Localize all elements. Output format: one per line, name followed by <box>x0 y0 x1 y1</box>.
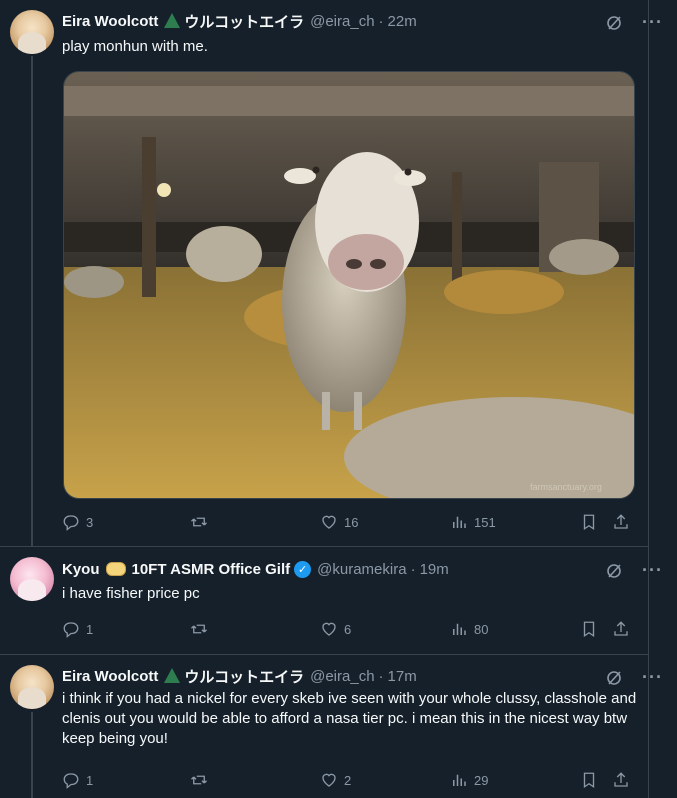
handle[interactable]: @eira_ch <box>310 668 374 685</box>
reply-icon <box>63 515 79 531</box>
reply-icon <box>63 622 79 638</box>
share-button[interactable] <box>612 771 630 789</box>
retweet-icon <box>191 775 207 785</box>
display-name-suffix[interactable]: 10FT ASMR Office Gilf <box>132 561 291 578</box>
timestamp[interactable]: 17m <box>388 668 417 685</box>
share-button[interactable] <box>612 620 630 638</box>
like-count: 2 <box>344 772 352 788</box>
tweet-top-actions: ··· <box>606 667 663 688</box>
emoji-roll-icon <box>105 562 126 576</box>
share-icon <box>614 514 628 529</box>
separator-dot: · <box>410 560 416 578</box>
display-name[interactable]: Kyou <box>62 561 100 578</box>
reply-icon <box>63 773 79 789</box>
handle[interactable]: @kuramekira <box>317 561 406 578</box>
tweet-actions: 1 2 29 <box>62 769 632 791</box>
tweet-header: Eira Woolcott ウルコットエイラ @eira_ch · 22m <box>62 10 417 32</box>
display-name-jp[interactable]: ウルコットエイラ <box>184 11 304 32</box>
triangle-badge-icon <box>164 667 181 683</box>
tweet-divider <box>0 654 648 655</box>
timestamp[interactable]: 22m <box>388 13 417 30</box>
like-count: 6 <box>344 621 352 637</box>
grok-icon[interactable] <box>606 15 622 31</box>
share-icon <box>614 621 628 636</box>
bookmark-button[interactable] <box>580 771 598 789</box>
media-watermark: farmsanctuary.org <box>530 482 602 492</box>
reply-button[interactable]: 1 <box>62 771 93 789</box>
reply-button[interactable]: 1 <box>62 620 93 638</box>
avatar[interactable] <box>10 557 54 601</box>
retweet-icon <box>191 517 207 527</box>
more-icon[interactable]: ··· <box>642 667 663 688</box>
sheep-barn-photo: farmsanctuary.org <box>64 72 634 498</box>
bookmark-button[interactable] <box>580 513 598 531</box>
bookmark-icon <box>583 514 595 531</box>
bookmark-icon <box>583 772 595 789</box>
verified-icon[interactable]: ✓ <box>294 560 312 578</box>
tweet-actions: 3 16 151 <box>62 511 632 533</box>
tweet-divider <box>0 546 648 547</box>
triangle-badge-icon <box>164 12 181 28</box>
tweet-top-actions: ··· <box>606 12 663 33</box>
retweet-icon <box>191 624 207 634</box>
reply-button[interactable]: 3 <box>62 513 93 531</box>
views-button[interactable]: 29 <box>450 771 488 789</box>
more-icon[interactable]: ··· <box>642 560 663 581</box>
like-icon <box>322 773 336 787</box>
display-name[interactable]: Eira Woolcott <box>62 13 158 30</box>
views-button[interactable]: 80 <box>450 620 488 638</box>
more-icon[interactable]: ··· <box>642 12 663 33</box>
avatar[interactable] <box>10 665 54 709</box>
share-button[interactable] <box>612 513 630 531</box>
tweet-top-actions: ··· <box>606 560 663 581</box>
views-button[interactable]: 151 <box>450 513 496 531</box>
tweet-header: Kyou 10FT ASMR Office Gilf ✓ @kuramekira… <box>62 558 449 580</box>
view-count: 151 <box>474 514 496 530</box>
tweet-text: i think if you had a nickel for every sk… <box>62 690 637 747</box>
handle[interactable]: @eira_ch <box>310 13 374 30</box>
thread-connector-1 <box>31 56 33 546</box>
separator-dot: · <box>378 12 384 30</box>
grok-icon[interactable] <box>606 563 622 579</box>
retweet-button[interactable] <box>190 513 214 531</box>
separator-dot: · <box>378 667 384 685</box>
like-button[interactable]: 16 <box>320 513 358 531</box>
tweet-text: i have fisher price pc <box>62 585 200 602</box>
tweet-header: Eira Woolcott ウルコットエイラ @eira_ch · 17m <box>62 665 417 687</box>
bookmark-icon <box>583 621 595 638</box>
like-count: 16 <box>344 514 359 530</box>
tweet-text: play monhun with me. <box>62 38 208 55</box>
reply-count: 3 <box>86 514 94 530</box>
retweet-button[interactable] <box>190 620 214 638</box>
reply-count: 1 <box>86 772 94 788</box>
views-icon <box>453 623 466 635</box>
views-icon <box>453 516 466 528</box>
like-icon <box>322 515 336 529</box>
grok-icon[interactable] <box>606 670 622 686</box>
reply-count: 1 <box>86 621 94 637</box>
avatar[interactable] <box>10 10 54 54</box>
tweet-media[interactable]: farmsanctuary.org <box>63 71 635 499</box>
view-count: 80 <box>474 621 489 637</box>
like-icon <box>322 622 336 636</box>
share-icon <box>614 772 628 787</box>
timestamp[interactable]: 19m <box>420 561 449 578</box>
retweet-button[interactable] <box>190 771 214 789</box>
tweet-actions: 1 6 80 <box>62 618 632 640</box>
view-count: 29 <box>474 772 489 788</box>
display-name[interactable]: Eira Woolcott <box>62 668 158 685</box>
like-button[interactable]: 2 <box>320 771 351 789</box>
thread-connector-3 <box>31 712 33 798</box>
display-name-jp[interactable]: ウルコットエイラ <box>184 666 304 687</box>
views-icon <box>453 774 466 786</box>
bookmark-button[interactable] <box>580 620 598 638</box>
like-button[interactable]: 6 <box>320 620 351 638</box>
